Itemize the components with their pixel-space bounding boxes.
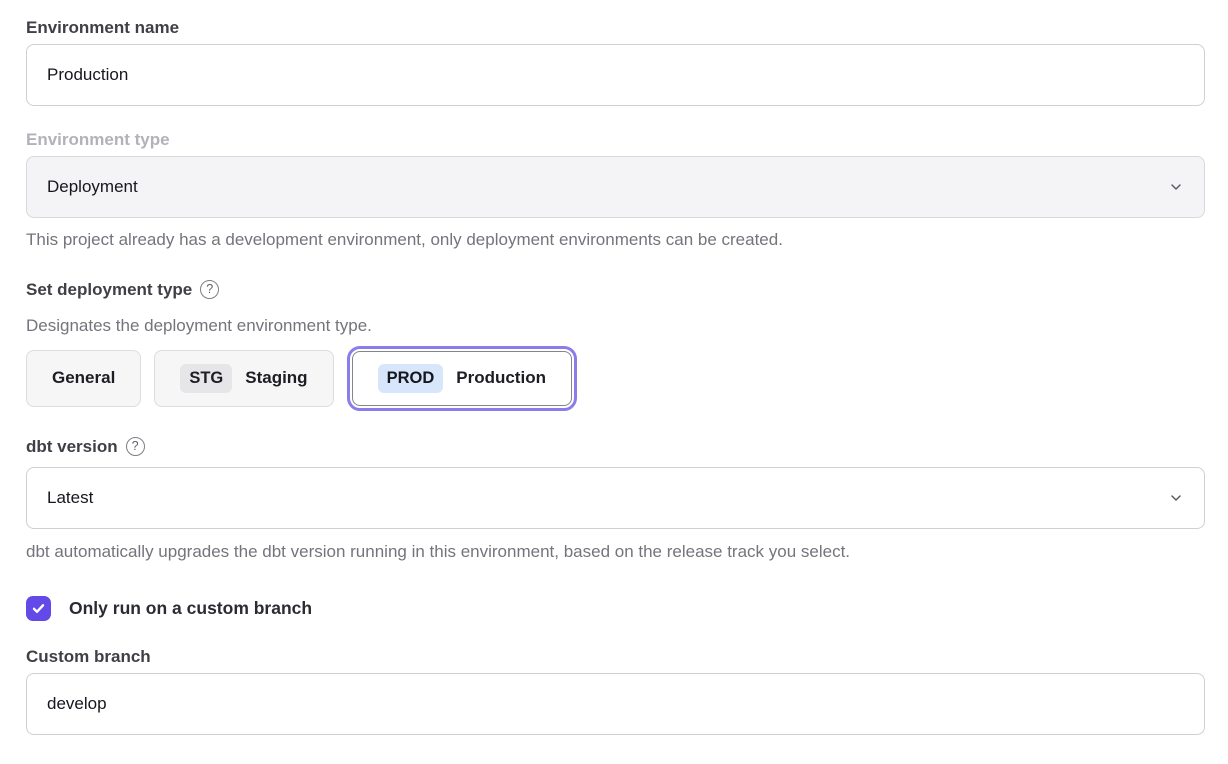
- deployment-type-option-production[interactable]: PROD Production: [352, 351, 572, 406]
- environment-settings-form: Environment name Environment type Deploy…: [0, 0, 1228, 735]
- deployment-type-heading-text: Set deployment type: [26, 279, 192, 300]
- production-badge: PROD: [378, 364, 444, 393]
- help-icon[interactable]: ?: [126, 437, 145, 456]
- deployment-type-option-general-label: General: [52, 368, 115, 388]
- environment-type-helper: This project already has a development e…: [26, 230, 1205, 250]
- dbt-version-heading: dbt version ?: [26, 436, 1205, 457]
- chevron-down-icon: [1168, 490, 1184, 506]
- deployment-type-option-production-label: Production: [456, 368, 546, 388]
- environment-name-label: Environment name: [26, 18, 1205, 38]
- deployment-type-options: General STG Staging PROD Production: [26, 345, 1205, 411]
- chevron-down-icon: [1168, 179, 1184, 195]
- dbt-version-helper: dbt automatically upgrades the dbt versi…: [26, 542, 1205, 562]
- environment-type-select[interactable]: Deployment: [26, 156, 1205, 218]
- environment-type-label: Environment type: [26, 130, 1205, 150]
- deployment-type-option-staging[interactable]: STG Staging: [154, 350, 333, 407]
- dbt-version-value: Latest: [47, 488, 93, 508]
- staging-badge: STG: [180, 364, 232, 393]
- deployment-type-description: Designates the deployment environment ty…: [26, 316, 1205, 336]
- dbt-version-label: dbt version: [26, 436, 118, 457]
- custom-branch-toggle-row: Only run on a custom branch: [26, 596, 1205, 621]
- custom-branch-input[interactable]: [26, 673, 1205, 735]
- custom-branch-checkbox[interactable]: [26, 596, 51, 621]
- dbt-version-select[interactable]: Latest: [26, 467, 1205, 529]
- custom-branch-label: Custom branch: [26, 647, 1205, 667]
- deployment-type-option-general[interactable]: General: [26, 350, 141, 407]
- environment-type-value: Deployment: [47, 177, 138, 197]
- custom-branch-toggle-label[interactable]: Only run on a custom branch: [69, 598, 312, 619]
- deployment-type-heading: Set deployment type ?: [26, 279, 1205, 300]
- deployment-type-option-staging-label: Staging: [245, 368, 307, 388]
- environment-name-input[interactable]: [26, 44, 1205, 106]
- help-icon[interactable]: ?: [200, 280, 219, 299]
- deployment-type-selected-ring: PROD Production: [347, 346, 577, 411]
- checkmark-icon: [31, 601, 46, 616]
